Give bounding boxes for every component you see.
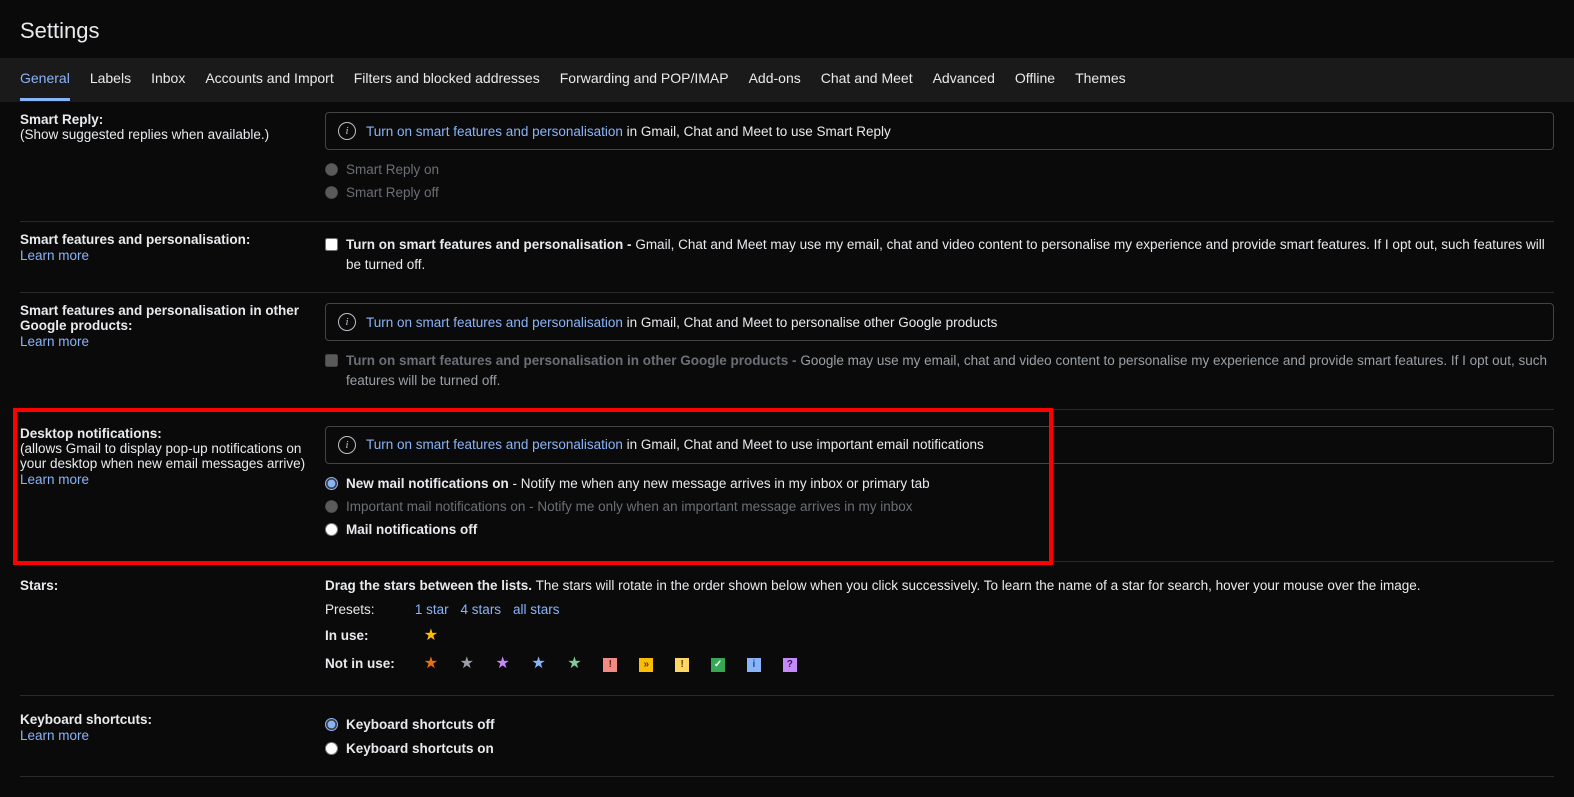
important-mail-desc: - Notify me only when an important messa… bbox=[525, 499, 912, 514]
kb-title: Keyboard shortcuts: bbox=[20, 712, 315, 727]
smart-reply-on-radio bbox=[325, 163, 338, 176]
smart-features-checkbox[interactable] bbox=[325, 238, 338, 251]
tab-advanced[interactable]: Advanced bbox=[933, 58, 995, 101]
preset-4-stars[interactable]: 4 stars bbox=[461, 602, 502, 617]
smart-reply-off-row: Smart Reply off bbox=[325, 183, 1554, 203]
mail-off-label: Mail notifications off bbox=[346, 520, 477, 540]
smart-features-check-row[interactable]: Turn on smart features and personalisati… bbox=[325, 235, 1554, 276]
smart-features-title: Smart features and personalisation: bbox=[20, 232, 315, 247]
tab-filters[interactable]: Filters and blocked addresses bbox=[354, 58, 540, 101]
settings-content: Smart Reply: (Show suggested replies whe… bbox=[0, 102, 1574, 797]
smart-other-check-row: Turn on smart features and personalisati… bbox=[325, 351, 1554, 392]
stars-intro-bold: Drag the stars between the lists. bbox=[325, 578, 532, 593]
smart-other-banner: i Turn on smart features and personalisa… bbox=[325, 303, 1554, 341]
smart-reply-on-row: Smart Reply on bbox=[325, 160, 1554, 180]
section-desktop-notifications: Desktop notifications: (allows Gmail to … bbox=[20, 410, 1554, 563]
star-purple-icon[interactable]: ★ bbox=[495, 653, 511, 673]
mail-off-row[interactable]: Mail notifications off bbox=[325, 520, 1554, 540]
star-yellow-icon[interactable]: ★ bbox=[423, 625, 439, 645]
tab-addons[interactable]: Add-ons bbox=[749, 58, 801, 101]
smart-other-checkbox bbox=[325, 354, 338, 367]
yellow-bang-icon[interactable]: ! bbox=[675, 658, 689, 672]
smart-reply-banner: i Turn on smart features and personalisa… bbox=[325, 112, 1554, 150]
green-check-icon[interactable]: ✓ bbox=[711, 658, 725, 672]
info-icon: i bbox=[338, 313, 356, 331]
tab-themes[interactable]: Themes bbox=[1075, 58, 1126, 101]
info-icon: i bbox=[338, 122, 356, 140]
tab-accounts[interactable]: Accounts and Import bbox=[205, 58, 333, 101]
mail-off-radio[interactable] bbox=[325, 523, 338, 536]
kb-on-radio[interactable] bbox=[325, 742, 338, 755]
preset-1-star[interactable]: 1 star bbox=[415, 602, 449, 617]
important-mail-radio bbox=[325, 500, 338, 513]
turn-on-link[interactable]: Turn on smart features and personalisati… bbox=[366, 124, 623, 139]
smart-reply-on-label: Smart Reply on bbox=[346, 160, 439, 180]
smart-reply-title: Smart Reply: bbox=[20, 112, 315, 127]
section-smart-features: Smart features and personalisation: Lear… bbox=[20, 222, 1554, 294]
purple-question-icon[interactable]: ? bbox=[783, 658, 797, 672]
tab-offline[interactable]: Offline bbox=[1015, 58, 1055, 101]
kb-off-radio[interactable] bbox=[325, 718, 338, 731]
important-mail-label: Important mail notifications on bbox=[346, 499, 525, 514]
learn-more-link[interactable]: Learn more bbox=[20, 248, 89, 263]
section-keyboard-shortcuts: Keyboard shortcuts: Learn more Keyboard … bbox=[20, 696, 1554, 777]
star-grey-icon[interactable]: ★ bbox=[459, 653, 475, 673]
banner-text: in Gmail, Chat and Meet to personalise o… bbox=[623, 315, 997, 330]
new-mail-on-row[interactable]: New mail notifications on - Notify me wh… bbox=[325, 474, 1554, 494]
banner-text: in Gmail, Chat and Meet to use Smart Rep… bbox=[623, 124, 891, 139]
turn-on-link[interactable]: Turn on smart features and personalisati… bbox=[366, 315, 623, 330]
banner-text: in Gmail, Chat and Meet to use important… bbox=[623, 437, 984, 452]
page-title: Settings bbox=[20, 18, 1554, 44]
desktop-banner: i Turn on smart features and personalisa… bbox=[325, 426, 1554, 464]
important-mail-row: Important mail notifications on - Notify… bbox=[325, 497, 1554, 517]
red-bang-icon[interactable]: ! bbox=[603, 658, 617, 672]
info-icon: i bbox=[338, 436, 356, 454]
smart-other-check-label: Turn on smart features and personalisati… bbox=[346, 353, 800, 368]
desktop-title: Desktop notifications: bbox=[20, 426, 315, 441]
kb-on-row[interactable]: Keyboard shortcuts on bbox=[325, 739, 1554, 759]
turn-on-link[interactable]: Turn on smart features and personalisati… bbox=[366, 437, 623, 452]
learn-more-link[interactable]: Learn more bbox=[20, 728, 89, 743]
desktop-sub: (allows Gmail to display pop-up notifica… bbox=[20, 441, 315, 471]
in-use-label: In use: bbox=[325, 628, 411, 643]
new-mail-on-radio[interactable] bbox=[325, 477, 338, 490]
section-stars: Stars: Drag the stars between the lists.… bbox=[20, 562, 1554, 696]
kb-off-label: Keyboard shortcuts off bbox=[346, 715, 495, 735]
stars-intro-rest: The stars will rotate in the order shown… bbox=[532, 578, 1420, 593]
star-orange-icon[interactable]: ★ bbox=[423, 653, 439, 673]
stars-title: Stars: bbox=[20, 578, 315, 593]
preset-all-stars[interactable]: all stars bbox=[513, 602, 560, 617]
new-mail-on-desc: - Notify me when any new message arrives… bbox=[509, 476, 930, 491]
section-smart-other: Smart features and personalisation in ot… bbox=[20, 293, 1554, 410]
smart-other-title: Smart features and personalisation in ot… bbox=[20, 303, 315, 333]
kb-on-label: Keyboard shortcuts on bbox=[346, 739, 494, 759]
presets-label: Presets: bbox=[325, 602, 411, 617]
orange-arrows-icon[interactable]: » bbox=[639, 658, 653, 672]
smart-reply-off-radio bbox=[325, 186, 338, 199]
tab-labels[interactable]: Labels bbox=[90, 58, 131, 101]
smart-reply-sub: (Show suggested replies when available.) bbox=[20, 127, 315, 142]
kb-off-row[interactable]: Keyboard shortcuts off bbox=[325, 715, 1554, 735]
smart-reply-off-label: Smart Reply off bbox=[346, 183, 439, 203]
not-in-use-label: Not in use: bbox=[325, 656, 411, 671]
blue-info-icon[interactable]: i bbox=[747, 658, 761, 672]
section-smart-reply: Smart Reply: (Show suggested replies whe… bbox=[20, 102, 1554, 222]
settings-tabs: General Labels Inbox Accounts and Import… bbox=[0, 58, 1574, 102]
star-green-icon[interactable]: ★ bbox=[566, 653, 582, 673]
new-mail-on-label: New mail notifications on bbox=[346, 476, 509, 491]
learn-more-link[interactable]: Learn more bbox=[20, 334, 89, 349]
smart-features-check-label: Turn on smart features and personalisati… bbox=[346, 237, 635, 252]
tab-forwarding[interactable]: Forwarding and POP/IMAP bbox=[560, 58, 729, 101]
tab-general[interactable]: General bbox=[20, 58, 70, 101]
settings-header: Settings bbox=[0, 0, 1574, 58]
tab-chat[interactable]: Chat and Meet bbox=[821, 58, 913, 101]
learn-more-link[interactable]: Learn more bbox=[20, 472, 89, 487]
star-blue-icon[interactable]: ★ bbox=[531, 653, 547, 673]
tab-inbox[interactable]: Inbox bbox=[151, 58, 185, 101]
